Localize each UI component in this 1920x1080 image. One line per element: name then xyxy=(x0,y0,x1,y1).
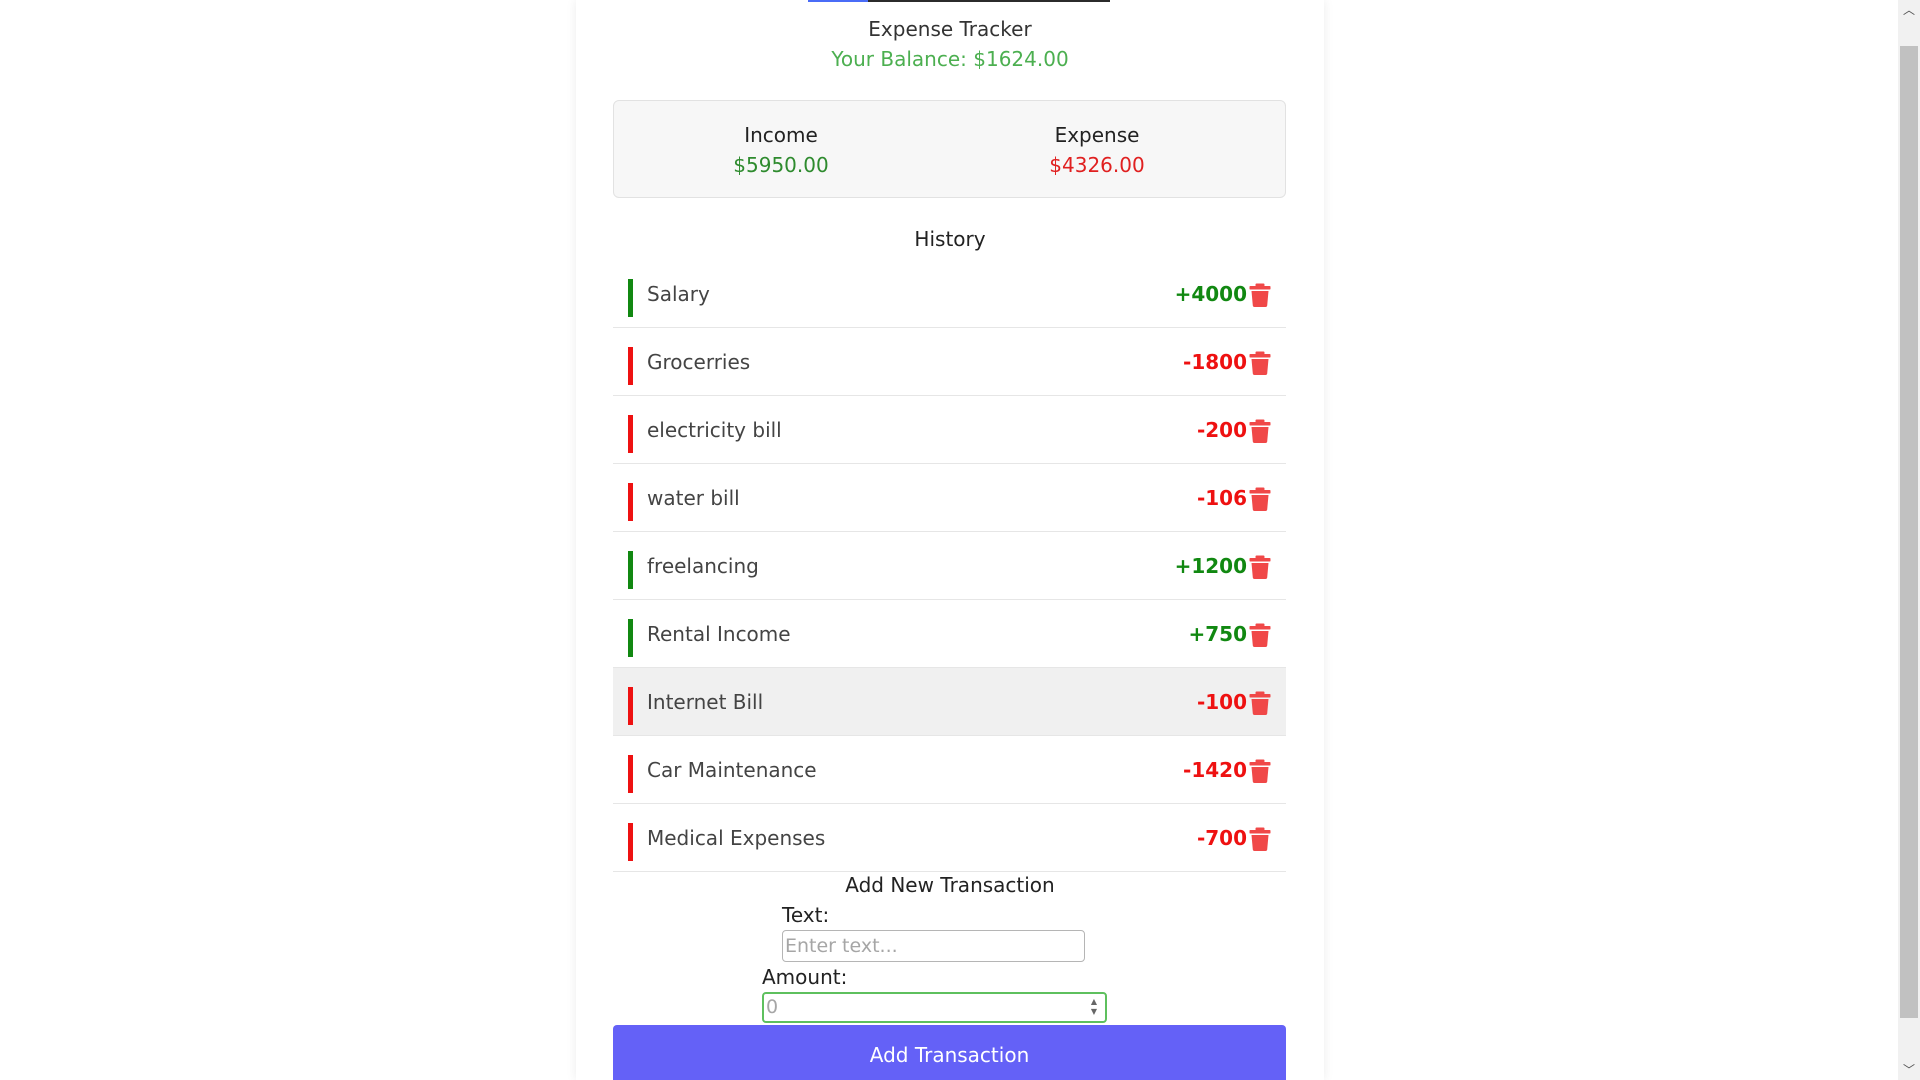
scrollbar-thumb[interactable] xyxy=(1900,46,1918,1018)
number-spinner[interactable]: ▲ ▼ xyxy=(1087,997,1101,1018)
trash-icon[interactable] xyxy=(1249,827,1271,851)
trash-icon[interactable] xyxy=(1249,419,1271,443)
page-scrollbar[interactable]: ︿ ﹀ xyxy=(1898,0,1920,1080)
income-label: Income xyxy=(744,123,818,147)
scroll-down-icon[interactable]: ﹀ xyxy=(1898,1060,1920,1080)
amount-field-label: Amount: xyxy=(762,965,848,989)
transaction-amount: -200 xyxy=(1196,418,1247,442)
transaction-text: electricity bill xyxy=(647,418,782,442)
trash-icon[interactable] xyxy=(1249,691,1271,715)
spinner-down-icon[interactable]: ▼ xyxy=(1087,1007,1101,1017)
transaction-amount: -1800 xyxy=(1183,350,1247,374)
transaction-text: Rental Income xyxy=(647,622,791,646)
add-transaction-button[interactable]: Add Transaction xyxy=(613,1025,1286,1080)
transaction-amount: -1420 xyxy=(1183,758,1247,782)
transaction-amount: +750 xyxy=(1188,622,1247,646)
history-item[interactable]: Medical Expenses -700 xyxy=(613,804,1286,872)
history-title: History xyxy=(914,227,986,251)
income-expense-summary: Income $5950.00 Expense $4326.00 xyxy=(613,100,1286,198)
transaction-text: water bill xyxy=(647,486,740,510)
history-item[interactable]: electricity bill -200 xyxy=(613,396,1286,464)
app-title: Expense Tracker xyxy=(868,17,1032,41)
text-input[interactable] xyxy=(782,930,1085,962)
transaction-text: Grocerries xyxy=(647,350,751,374)
transaction-type-indicator xyxy=(628,415,633,453)
history-item[interactable]: Salary +4000 xyxy=(613,260,1286,328)
history-item[interactable]: Internet Bill -100 xyxy=(613,668,1286,736)
add-transaction-title: Add New Transaction xyxy=(845,873,1055,897)
trash-icon[interactable] xyxy=(1249,623,1271,647)
amount-input-value: 0 xyxy=(766,996,779,1018)
expense-amount: $4326.00 xyxy=(1049,153,1145,177)
trash-icon[interactable] xyxy=(1249,555,1271,579)
transaction-text: Internet Bill xyxy=(647,690,764,714)
amount-input[interactable]: 0 ▲ ▼ xyxy=(762,992,1107,1023)
spinner-up-icon[interactable]: ▲ xyxy=(1087,997,1101,1007)
transaction-type-indicator xyxy=(628,823,633,861)
transaction-amount: +4000 xyxy=(1174,282,1247,306)
scroll-up-icon[interactable]: ︿ xyxy=(1898,0,1920,20)
transaction-type-indicator xyxy=(628,687,633,725)
top-border-accent xyxy=(808,0,868,2)
history-item[interactable]: Grocerries -1800 xyxy=(613,328,1286,396)
trash-icon[interactable] xyxy=(1249,283,1271,307)
top-border-strip xyxy=(808,0,1110,2)
history-item[interactable]: Car Maintenance -1420 xyxy=(613,736,1286,804)
income-column: Income $5950.00 xyxy=(671,121,891,179)
trash-icon[interactable] xyxy=(1249,487,1271,511)
trash-icon[interactable] xyxy=(1249,759,1271,783)
transaction-type-indicator xyxy=(628,755,633,793)
transaction-type-indicator xyxy=(628,619,633,657)
trash-icon[interactable] xyxy=(1249,351,1271,375)
transaction-type-indicator xyxy=(628,483,633,521)
transaction-type-indicator xyxy=(628,279,633,317)
transaction-amount: -100 xyxy=(1196,690,1247,714)
transaction-text: Car Maintenance xyxy=(647,758,817,782)
history-item[interactable]: freelancing +1200 xyxy=(613,532,1286,600)
transaction-text: Salary xyxy=(647,282,710,306)
transaction-text: Medical Expenses xyxy=(647,826,826,850)
history-item[interactable]: Rental Income +750 xyxy=(613,600,1286,668)
browser-viewport: Expense Tracker Your Balance: $1624.00 I… xyxy=(0,0,1920,1080)
expense-label: Expense xyxy=(1054,123,1140,147)
transaction-text: freelancing xyxy=(647,554,759,578)
transaction-amount: +1200 xyxy=(1174,554,1247,578)
income-amount: $5950.00 xyxy=(733,153,829,177)
expense-column: Expense $4326.00 xyxy=(987,121,1207,179)
balance-text: Your Balance: $1624.00 xyxy=(831,47,1069,71)
history-item[interactable]: water bill -106 xyxy=(613,464,1286,532)
text-field-label: Text: xyxy=(782,903,830,927)
transaction-amount: -700 xyxy=(1196,826,1247,850)
history-list: Salary +4000 Grocerries -1800 electricity bi… xyxy=(613,260,1286,872)
transaction-type-indicator xyxy=(628,551,633,589)
transaction-type-indicator xyxy=(628,347,633,385)
transaction-amount: -106 xyxy=(1196,486,1247,510)
expense-tracker-card: Expense Tracker Your Balance: $1624.00 I… xyxy=(576,0,1324,1080)
